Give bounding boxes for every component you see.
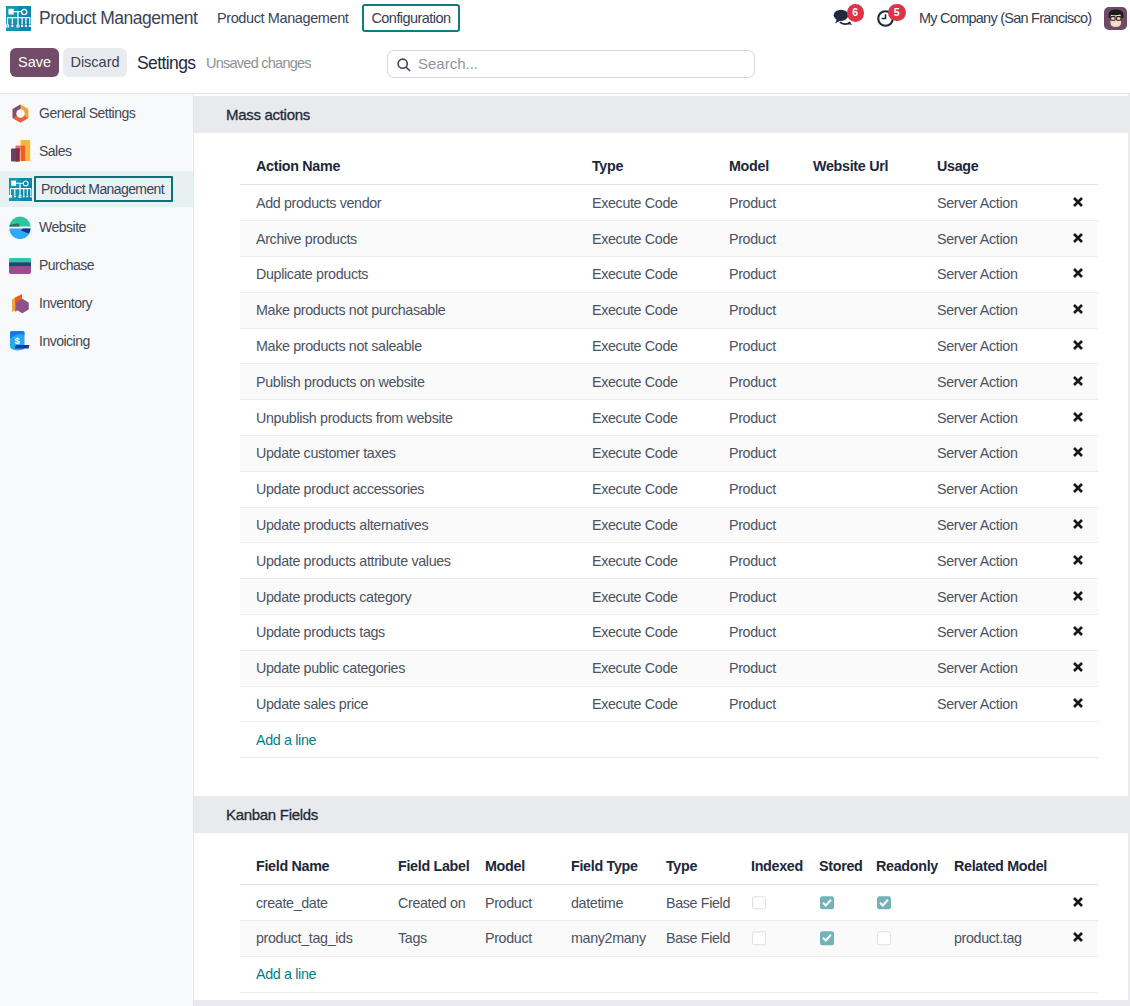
svg-text:$: $ [15, 335, 21, 346]
